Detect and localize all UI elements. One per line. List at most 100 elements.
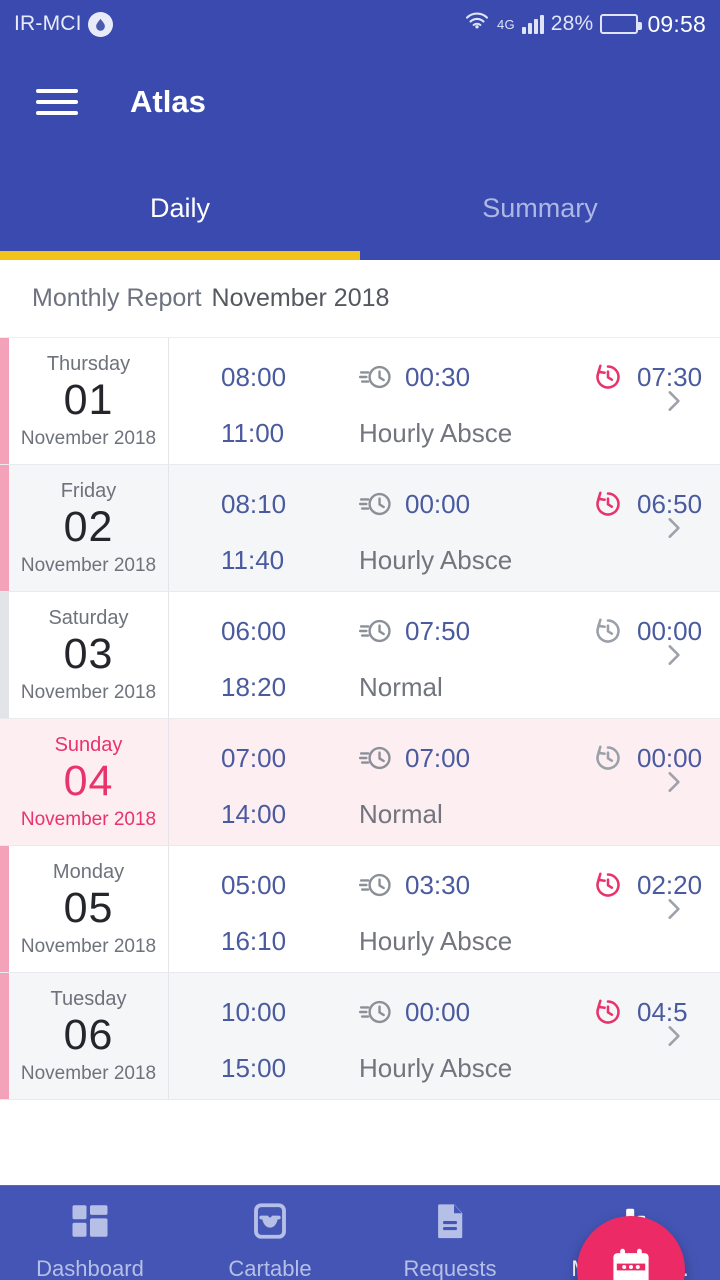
report-header: Monthly Report November 2018 [0, 260, 720, 338]
row-month-label: November 2018 [20, 809, 157, 830]
battery-icon [600, 14, 643, 34]
row-line-second: 16:10 Hourly Absce [221, 920, 720, 962]
row-line-second: 14:00 Normal [221, 793, 720, 835]
chevron-right-icon[interactable] [660, 1023, 686, 1049]
row-time-in: 10:00 [221, 996, 287, 1027]
bottom-nav-item-cartable[interactable]: Cartable [180, 1200, 360, 1280]
chevron-right-icon[interactable] [660, 642, 686, 668]
app-bar: Atlas Daily Summary [0, 48, 720, 260]
row-line-first: 07:00 07:00 00:00 [221, 737, 720, 779]
row-weekday: Friday [60, 480, 117, 502]
row-weekday: Tuesday [50, 988, 127, 1010]
chevron-right-icon[interactable] [660, 769, 686, 795]
droplet-badge-icon [87, 11, 113, 37]
inbox-tray-icon [249, 1200, 291, 1247]
row-month-label: November 2018 [20, 428, 157, 449]
row-time-in: 07:00 [221, 742, 287, 773]
dashboard-grid-icon [69, 1200, 111, 1247]
tab-daily-label: Daily [149, 192, 210, 223]
tab-summary[interactable]: Summary [360, 156, 720, 260]
carrier-label: IR-MCI [14, 12, 82, 35]
row-fast-value: 07:50 [405, 615, 471, 646]
calendar-icon [607, 1244, 655, 1280]
row-time-out: 18:20 [221, 671, 287, 702]
row-data-column: 10:00 00:00 04:5 15:00 Hourly Absce [169, 973, 720, 1099]
row-fast-slot: 00:00 [358, 487, 549, 521]
bottom-nav-item-dashboard[interactable]: Dashboard [0, 1200, 180, 1280]
row-line-first: 06:00 07:50 00:00 [221, 610, 720, 652]
table-row[interactable]: Saturday 03 November 2018 06:00 07:50 00:00 18… [0, 592, 720, 719]
network-type-label: 4G [497, 16, 515, 32]
hamburger-menu-icon[interactable] [36, 82, 78, 122]
row-fast-value: 00:00 [405, 488, 471, 519]
row-fast-value: 07:00 [405, 742, 471, 773]
attendance-list[interactable]: Thursday 01 November 2018 08:00 00:30 07:30 11… [0, 338, 720, 1185]
row-date-column: Thursday 01 November 2018 [9, 338, 169, 464]
row-month-label: November 2018 [20, 682, 157, 703]
row-status-bar [0, 719, 9, 845]
fast-clock-icon [358, 741, 393, 775]
tab-bar: Daily Summary [0, 156, 720, 260]
row-status-bar [0, 338, 9, 464]
fast-clock-icon [358, 868, 393, 902]
row-date-column: Sunday 04 November 2018 [9, 719, 169, 845]
row-fast-value: 00:00 [405, 996, 471, 1027]
row-status-label: Hourly Absce [359, 925, 513, 956]
row-time-out: 11:40 [221, 544, 285, 575]
chevron-right-icon[interactable] [660, 515, 686, 541]
row-line-second: 15:00 Hourly Absce [221, 1047, 720, 1089]
chevron-right-icon[interactable] [660, 388, 686, 414]
row-fast-slot: 03:30 [358, 868, 549, 902]
row-date-column: Monday 05 November 2018 [9, 846, 169, 972]
table-row[interactable]: Thursday 01 November 2018 08:00 00:30 07:30 11… [0, 338, 720, 465]
status-bar: IR-MCI 4G 28% 09:58 [0, 0, 720, 48]
row-fast-slot: 00:30 [358, 360, 549, 394]
bottom-nav-item-requests[interactable]: Requests [360, 1200, 540, 1280]
row-status-label: Hourly Absce [359, 1052, 513, 1083]
tab-indicator [0, 251, 360, 260]
table-row[interactable]: Tuesday 06 November 2018 10:00 00:00 04:5 15:0… [0, 973, 720, 1100]
row-date-column: Saturday 03 November 2018 [9, 592, 169, 718]
row-time-in: 08:00 [221, 361, 287, 392]
row-time-out: 14:00 [221, 798, 287, 829]
phone-screen: IR-MCI 4G 28% 09:58 Atlas Daily Summary … [0, 0, 720, 1280]
chevron-right-icon[interactable] [660, 896, 686, 922]
app-title: Atlas [130, 84, 206, 119]
row-weekday: Monday [52, 861, 125, 883]
row-status-bar [0, 465, 9, 591]
row-day-number: 06 [63, 1011, 114, 1059]
fast-clock-icon [358, 614, 393, 648]
app-bar-top: Atlas [0, 48, 720, 156]
row-day-number: 03 [63, 630, 114, 678]
row-fast-slot: 00:00 [358, 995, 549, 1029]
bottom-nav-label: Cartable [228, 1255, 312, 1280]
fast-clock-icon [358, 360, 393, 394]
row-weekday: Saturday [48, 607, 129, 629]
row-time-out: 15:00 [221, 1052, 287, 1083]
row-time-out: 11:00 [221, 417, 285, 448]
tab-summary-label: Summary [482, 192, 598, 223]
row-time-in: 06:00 [221, 615, 287, 646]
row-day-number: 05 [63, 884, 114, 932]
battery-percent-label: 28% [550, 12, 594, 35]
table-row[interactable]: Monday 05 November 2018 05:00 03:30 02:20 16:1… [0, 846, 720, 973]
row-status-label: Normal [359, 798, 443, 829]
row-data-column: 08:00 00:30 07:30 11:00 Hourly Absce [169, 338, 720, 464]
document-icon [429, 1200, 471, 1247]
row-fast-slot: 07:50 [358, 614, 549, 648]
row-fast-slot: 07:00 [358, 741, 549, 775]
table-row[interactable]: Sunday 04 November 2018 07:00 07:00 00:00 14:0… [0, 719, 720, 846]
history-clock-icon [591, 741, 625, 775]
row-month-label: November 2018 [20, 1063, 157, 1084]
fast-clock-icon [358, 995, 393, 1029]
row-line-second: 11:40 Hourly Absce [221, 539, 720, 581]
tab-daily[interactable]: Daily [0, 156, 360, 260]
signal-bars-icon [521, 14, 544, 34]
history-clock-icon [591, 487, 625, 521]
table-row[interactable]: Friday 02 November 2018 08:10 00:00 06:50 11:4… [0, 465, 720, 592]
row-date-column: Friday 02 November 2018 [9, 465, 169, 591]
history-clock-icon [591, 614, 625, 648]
bottom-nav-label: Requests [403, 1255, 497, 1280]
report-month: November 2018 [211, 284, 390, 312]
row-date-column: Tuesday 06 November 2018 [9, 973, 169, 1099]
